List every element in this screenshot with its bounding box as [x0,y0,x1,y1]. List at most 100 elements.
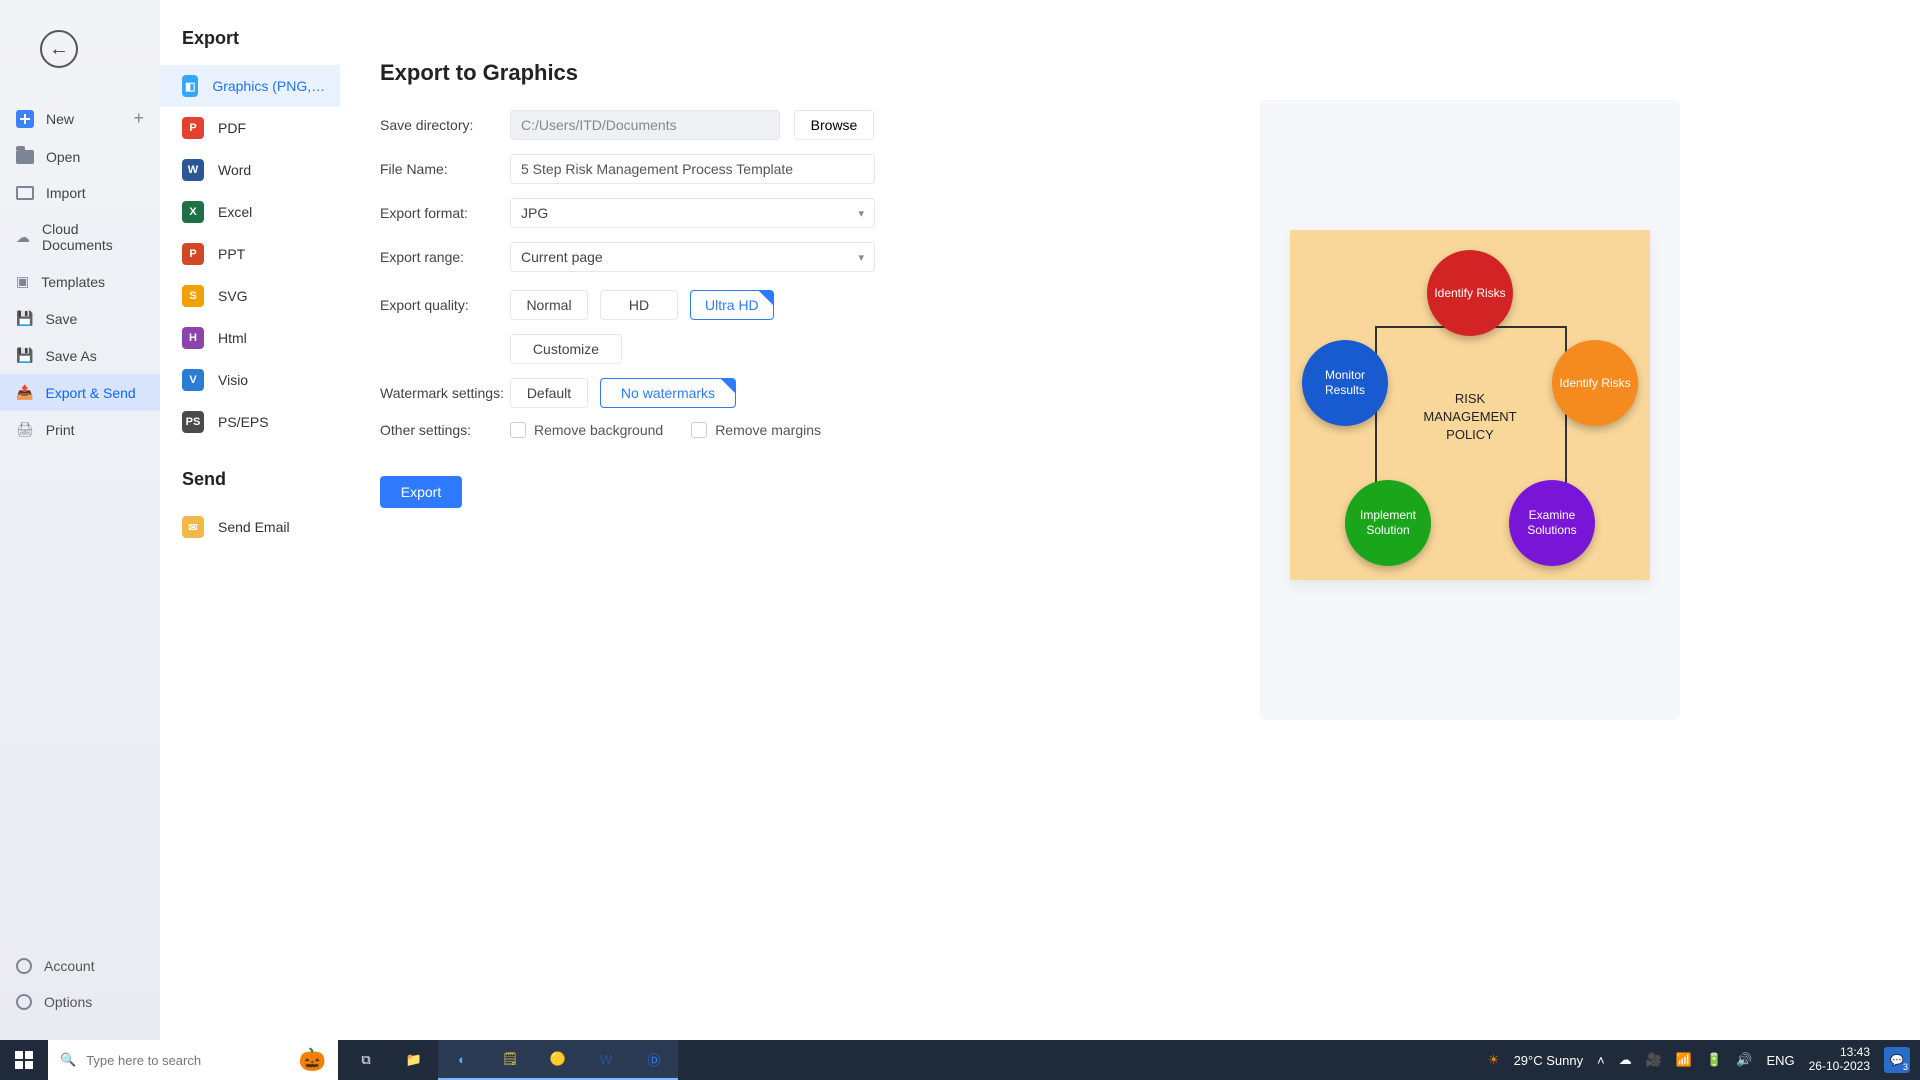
nav-label: Templates [41,274,105,290]
onedrive-icon[interactable]: ☁ [1619,1052,1632,1068]
excel-icon: X [182,201,204,223]
quality-hd[interactable]: HD [600,290,678,320]
fmt-excel[interactable]: X Excel [160,191,340,233]
fmt-ppt[interactable]: P PPT [160,233,340,275]
fmt-html[interactable]: H Html [160,317,340,359]
chk-label: Remove background [534,422,663,438]
back-button[interactable]: ← [40,30,78,68]
nav-label: Save [45,311,77,327]
language-indicator[interactable]: ENG [1766,1053,1794,1068]
ps-icon: PS [182,411,204,433]
pdf-icon: P [182,117,204,139]
gear-icon [16,994,32,1010]
fmt-label: Visio [218,372,248,388]
page-title: Export to Graphics [380,60,1880,86]
label-save-dir: Save directory: [380,117,510,133]
nav-label: Export & Send [45,385,135,401]
nav-templates[interactable]: ▣ Templates [0,263,160,300]
search-placeholder: Type here to search [86,1053,201,1068]
fmt-label: SVG [218,288,248,304]
meet-now-icon[interactable]: 🎥 [1646,1052,1662,1068]
battery-icon[interactable]: 🔋 [1706,1052,1722,1068]
chrome-icon[interactable]: 🟡 [534,1040,582,1080]
nav-import[interactable]: Import [0,175,160,211]
export-button[interactable]: Export [380,476,462,508]
windows-icon [15,1051,33,1069]
word-icon[interactable]: W [582,1040,630,1080]
fmt-pdf[interactable]: P PDF [160,107,340,149]
watermark-none[interactable]: No watermarks [600,378,736,408]
chk-label: Remove margins [715,422,821,438]
label-other: Other settings: [380,422,510,438]
center-text: RISK MANAGEMENT POLICY [1290,390,1650,445]
customize-button[interactable]: Customize [510,334,622,364]
templates-icon: ▣ [16,273,29,290]
fmt-visio[interactable]: V Visio [160,359,340,401]
node-identify-risks-top: Identify Risks [1427,250,1513,336]
nav-cloud-documents[interactable]: ☁ Cloud Documents [0,211,160,263]
html-icon: H [182,327,204,349]
weather-icon[interactable]: ☀ [1488,1052,1500,1068]
export-icon: 📤 [16,384,33,401]
fmt-word[interactable]: W Word [160,149,340,191]
taskbar-clock[interactable]: 13:43 26-10-2023 [1809,1046,1870,1074]
export-heading: Export [160,28,340,65]
save-directory-field[interactable] [510,110,780,140]
edrawmax-icon[interactable]: Ⓓ [630,1040,678,1080]
windows-taskbar: 🔍 Type here to search 🎃 ⧉ 📁 ◐ 🗒 🟡 W Ⓓ ☀ … [0,1040,1920,1080]
nav-export-send[interactable]: 📤 Export & Send [0,374,160,411]
task-view-icon[interactable]: ⧉ [342,1040,390,1080]
nav-options[interactable]: Options [0,984,160,1020]
label-export-quality: Export quality: [380,297,510,313]
fmt-label: Send Email [218,519,290,535]
nav-label: Cloud Documents [42,221,144,253]
ppt-icon: P [182,243,204,265]
plus-square-icon [16,110,34,128]
fmt-label: PS/EPS [218,414,269,430]
fmt-label: PPT [218,246,245,262]
node-examine-solutions: Examine Solutions [1509,480,1595,566]
file-explorer-icon[interactable]: 📁 [390,1040,438,1080]
start-button[interactable] [0,1051,48,1069]
wifi-icon[interactable]: 📶 [1676,1052,1692,1068]
import-icon [16,186,34,200]
graphics-icon: ◧ [182,75,198,97]
quality-ultra-hd[interactable]: Ultra HD [690,290,774,320]
volume-icon[interactable]: 🔊 [1736,1052,1752,1068]
fmt-label: Graphics (PNG, JPG e... [212,78,326,94]
save-icon: 💾 [16,310,33,327]
select-value: Current page [521,249,603,265]
browse-button[interactable]: Browse [794,110,874,140]
remove-margins-checkbox[interactable]: Remove margins [691,422,821,438]
send-heading: Send [160,469,340,506]
nav-save-as[interactable]: 💾 Save As [0,337,160,374]
export-range-select[interactable]: Current page ▾ [510,242,875,272]
fmt-graphics[interactable]: ◧ Graphics (PNG, JPG e... [160,65,340,107]
nav-save[interactable]: 💾 Save [0,300,160,337]
left-nav: ← New + Open Import ☁ Cloud Documents ▣ … [0,0,160,1040]
nav-open[interactable]: Open [0,139,160,175]
file-name-field[interactable] [510,154,875,184]
word-icon: W [182,159,204,181]
edge-icon[interactable]: ◐ [438,1040,486,1080]
weather-text[interactable]: 29°C Sunny [1514,1053,1584,1068]
node-implement-solution: Implement Solution [1345,480,1431,566]
quality-normal[interactable]: Normal [510,290,588,320]
nav-new[interactable]: New + [0,98,160,139]
nav-label: New [46,111,74,127]
tray-chevron-icon[interactable]: ˄ [1597,1053,1605,1068]
fmt-svg[interactable]: S SVG [160,275,340,317]
fmt-send-email[interactable]: ✉ Send Email [160,506,340,548]
nav-print[interactable]: 🖨 Print [0,411,160,448]
nav-account[interactable]: Account [0,948,160,984]
remove-background-checkbox[interactable]: Remove background [510,422,663,438]
label-export-format: Export format: [380,205,510,221]
checkbox-icon [691,422,707,438]
watermark-default[interactable]: Default [510,378,588,408]
export-format-select[interactable]: JPG ▾ [510,198,875,228]
action-center-icon[interactable]: 💬 [1884,1047,1910,1073]
taskbar-search[interactable]: 🔍 Type here to search 🎃 [48,1040,338,1080]
fmt-ps-eps[interactable]: PS PS/EPS [160,401,340,443]
add-icon[interactable]: + [133,108,144,129]
notes-icon[interactable]: 🗒 [486,1040,534,1080]
